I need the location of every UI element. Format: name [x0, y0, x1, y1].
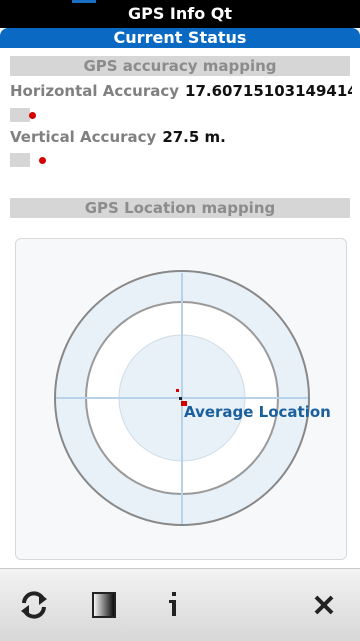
- display-mode-button[interactable]: [86, 587, 122, 623]
- horizontal-accuracy-bar: [10, 108, 30, 122]
- location-map[interactable]: Average Location: [15, 238, 347, 560]
- location-map-canvas: Average Location: [54, 270, 331, 526]
- vertical-accuracy-label: Vertical Accuracy: [10, 128, 157, 146]
- vertical-accuracy-marker: [39, 157, 46, 164]
- refresh-icon: [21, 591, 47, 619]
- bottom-toolbar: [0, 568, 360, 641]
- refresh-button[interactable]: [16, 587, 52, 623]
- location-sample-marker: [176, 389, 179, 392]
- horizontal-accuracy-value: 17.60715103149414 m: [185, 82, 352, 100]
- accuracy-section-header: GPS accuracy mapping: [10, 56, 350, 76]
- horizontal-accuracy-row: Horizontal Accuracy 17.60715103149414 m: [10, 80, 352, 102]
- vertical-accuracy-row: Vertical Accuracy 27.5 m.: [10, 126, 350, 148]
- close-icon: [314, 595, 334, 615]
- horizontal-accuracy-label: Horizontal Accuracy: [10, 82, 180, 100]
- average-location-label: Average Location: [184, 403, 331, 421]
- info-button[interactable]: [156, 587, 192, 623]
- vertical-accuracy-bar: [10, 153, 30, 167]
- info-icon: [169, 592, 176, 616]
- page-title: Current Status: [0, 28, 360, 48]
- close-button[interactable]: [306, 587, 342, 623]
- vertical-accuracy-value: 27.5 m.: [162, 128, 226, 146]
- display-mode-icon: [92, 592, 116, 618]
- horizontal-accuracy-marker: [29, 112, 36, 119]
- app-title: GPS Info Qt: [127, 4, 233, 23]
- location-section-header: GPS Location mapping: [10, 198, 350, 218]
- location-sample-marker: [179, 397, 182, 400]
